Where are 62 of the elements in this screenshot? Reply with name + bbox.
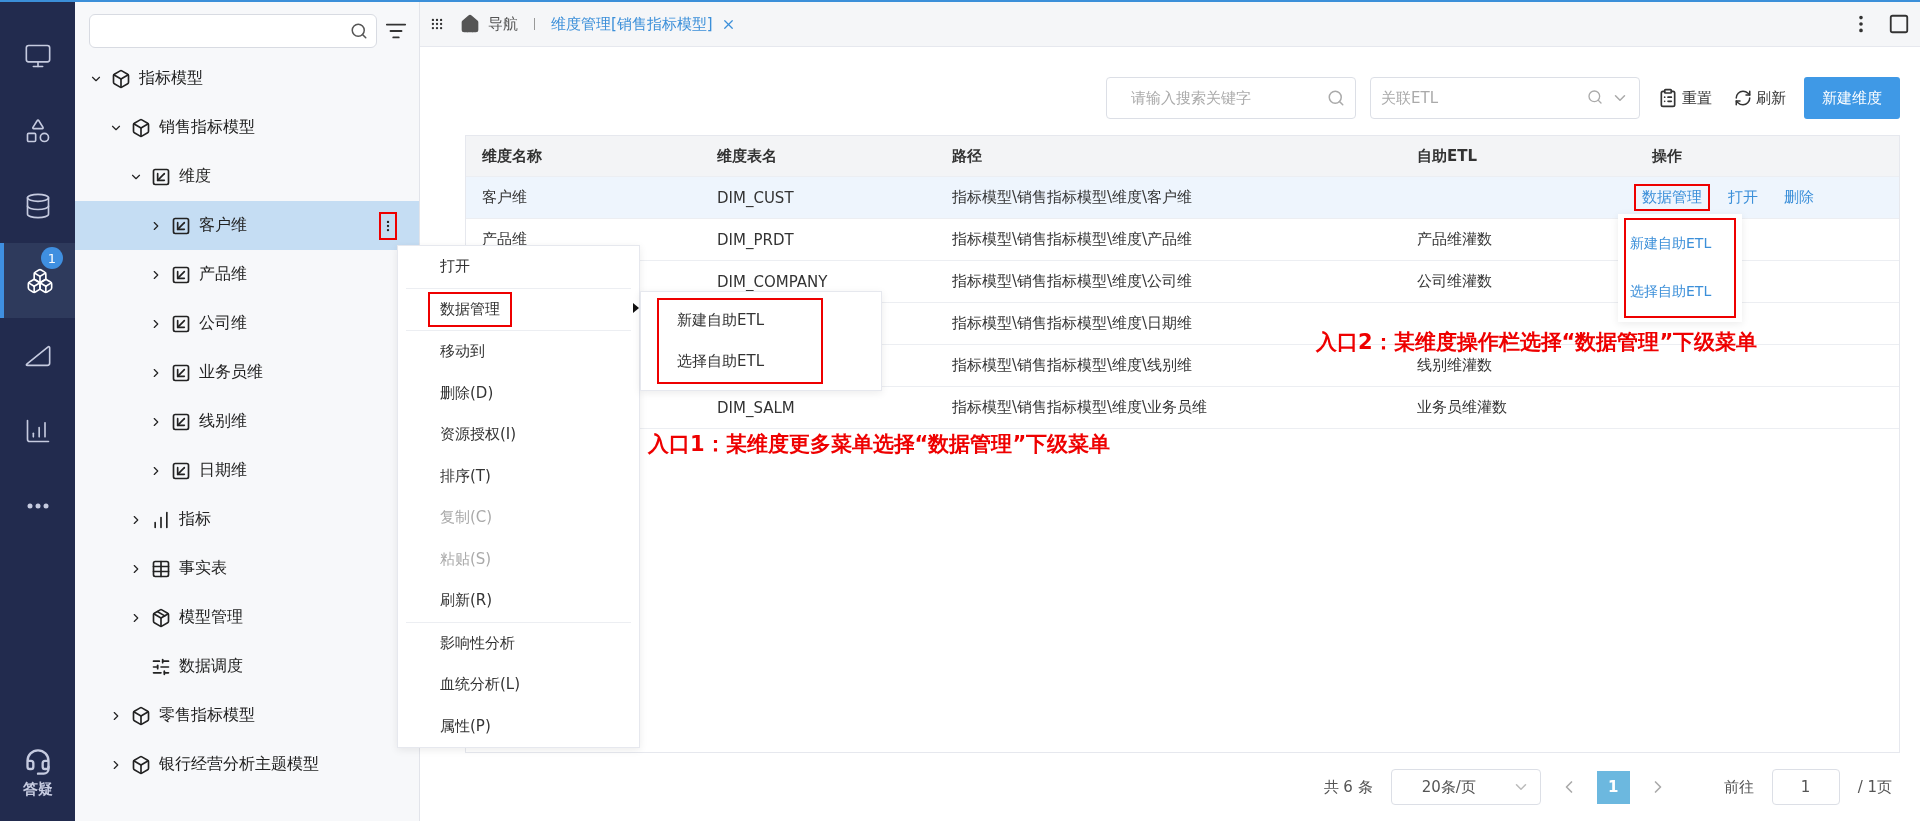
menu-item[interactable]: 新建自助ETL bbox=[659, 300, 821, 341]
table-cell: 业务员维灌数 bbox=[1417, 398, 1507, 416]
table-cell: 产品维 bbox=[482, 230, 527, 248]
menu-item[interactable]: 新建自助ETL bbox=[1626, 220, 1734, 268]
column-header: 操作 bbox=[1651, 146, 1683, 166]
table-cell: 指标模型\销售指标模型\维度\公司维 bbox=[952, 272, 1193, 290]
help-label[interactable]: 答疑 bbox=[22, 780, 53, 799]
refresh-button[interactable]: 刷新 bbox=[1730, 88, 1790, 108]
column-header: 维度名称 bbox=[481, 146, 543, 166]
total-count: 共 6 条 bbox=[1323, 777, 1373, 797]
page-size-select[interactable]: 20条/页 bbox=[1390, 769, 1541, 805]
table-cell: 指标模型\销售指标模型\维度\业务员维 bbox=[952, 398, 1208, 416]
tree-item[interactable]: 模型管理 bbox=[75, 593, 419, 642]
annotation-text: 入口1：某维度更多菜单选择“数据管理”下级菜单 bbox=[648, 431, 1111, 458]
tree-item[interactable]: 指标模型 bbox=[75, 54, 419, 103]
table-cell: 公司维灌数 bbox=[1417, 272, 1492, 290]
table-cell: DIM_SALM bbox=[717, 398, 795, 417]
menu-item[interactable]: 影响性分析 bbox=[430, 627, 525, 659]
column-header: 路径 bbox=[951, 146, 983, 166]
menu-item[interactable]: 选择自助ETL bbox=[1626, 268, 1734, 316]
menu-item[interactable]: 移动到 bbox=[430, 336, 495, 368]
table-cell: 指标模型\销售指标模型\维度\日期维 bbox=[952, 314, 1193, 332]
tree-item[interactable]: 业务员维 bbox=[75, 348, 419, 397]
goto-label: 前往 bbox=[1723, 777, 1754, 797]
menu-item[interactable]: 打开 bbox=[430, 251, 480, 283]
tab[interactable]: 导航 bbox=[460, 14, 518, 34]
tree-item[interactable]: 销售指标模型 bbox=[75, 103, 419, 152]
notification-badge: 1 bbox=[41, 247, 63, 269]
table-cell: DIM_PRDT bbox=[717, 230, 794, 249]
table-cell: 指标模型\销售指标模型\维度\客户维 bbox=[952, 188, 1193, 206]
table-cell: 客户维 bbox=[482, 188, 527, 206]
table-cell: DIM_COMPANY bbox=[717, 272, 828, 291]
table-cell: DIM_CUST bbox=[717, 188, 794, 207]
tree-item[interactable]: 公司维 bbox=[75, 299, 419, 348]
column-header: 自助ETL bbox=[1416, 146, 1479, 166]
tree-item[interactable]: 数据调度 bbox=[75, 642, 419, 691]
tree-item[interactable]: 事实表 bbox=[75, 544, 419, 593]
page-count: / 1页 bbox=[1857, 777, 1892, 797]
table-cell: 指标模型\销售指标模型\维度\产品维 bbox=[952, 230, 1193, 248]
table-cell: 产品维灌数 bbox=[1417, 230, 1492, 248]
tree-item[interactable]: 维度 bbox=[75, 152, 419, 201]
goto-page-field[interactable]: 1 bbox=[1771, 769, 1840, 805]
table-cell: 线别维灌数 bbox=[1417, 356, 1492, 374]
tree-item[interactable]: 客户维 bbox=[75, 201, 419, 250]
table-cell: 指标模型\销售指标模型\维度\线别维 bbox=[952, 356, 1193, 374]
menu-item[interactable]: 选择自助ETL bbox=[659, 341, 821, 382]
menu-item[interactable]: 资源授权(I) bbox=[430, 419, 527, 451]
reset-button[interactable]: 重置 bbox=[1654, 88, 1716, 108]
tree-item[interactable]: 日期维 bbox=[75, 446, 419, 495]
tree-item[interactable]: 指标 bbox=[75, 495, 419, 544]
tree-item[interactable]: 银行经营分析主题模型 bbox=[75, 740, 419, 789]
column-header: 维度表名 bbox=[716, 146, 778, 166]
annotation-text: 入口2：某维度操作栏选择“数据管理”下级菜单 bbox=[1316, 329, 1758, 356]
menu-item[interactable]: 排序(T) bbox=[430, 460, 501, 492]
menu-item[interactable]: 删除(D) bbox=[430, 377, 504, 409]
menu-item[interactable]: 数据管理 bbox=[430, 293, 510, 325]
tree-item[interactable]: 线别维 bbox=[75, 397, 419, 446]
tree-item[interactable]: 产品维 bbox=[75, 250, 419, 299]
tree-item[interactable]: 零售指标模型 bbox=[75, 691, 419, 740]
menu-item[interactable]: 属性(P) bbox=[430, 710, 501, 742]
menu-item[interactable]: 刷新(R) bbox=[430, 585, 503, 617]
menu-item[interactable]: 血统分析(L) bbox=[430, 669, 531, 701]
